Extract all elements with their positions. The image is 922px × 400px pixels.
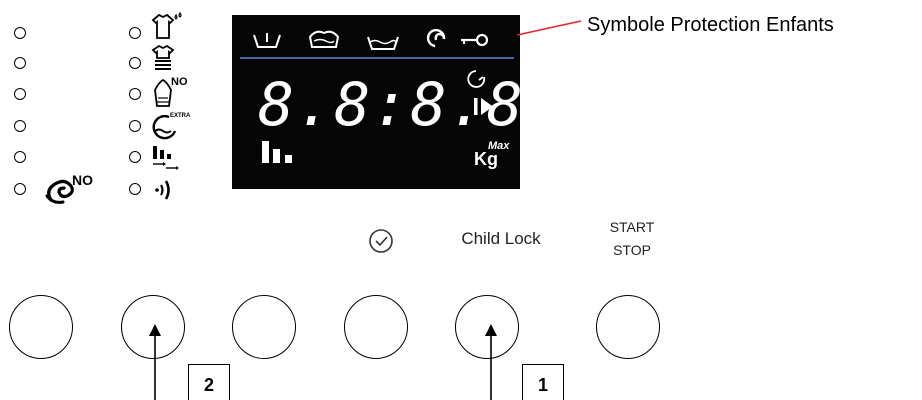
spin-icon <box>426 28 446 48</box>
arrow-2 <box>149 324 161 400</box>
annotation-box-2: 2 <box>188 364 230 400</box>
load-bars-icon <box>262 141 292 163</box>
no-spin-label: NO <box>72 172 93 188</box>
led-mid-2 <box>129 57 141 69</box>
wash-tub-icon <box>308 30 340 48</box>
shirt-water-icon <box>149 11 182 42</box>
time-readout: 8.8:8.8. <box>258 70 520 140</box>
lcd-display: 8.8:8.8. Kg Max <box>232 15 561 189</box>
led-mid-3 <box>129 88 141 100</box>
led-mid-1 <box>129 27 141 39</box>
led-left-1 <box>14 27 26 39</box>
extra-rinse-label: EXTRA <box>170 113 191 119</box>
led-mid-4 <box>129 120 141 132</box>
child-lock-key-icon <box>461 33 489 47</box>
annotation-1-label: 1 <box>537 375 548 395</box>
led-mid-6 <box>129 183 141 195</box>
delay-button[interactable] <box>344 295 408 359</box>
prewash-icon <box>253 33 281 48</box>
annotation-box-1: 1 <box>522 364 564 400</box>
annotation-2-label: 2 <box>203 375 214 395</box>
callout-line <box>516 20 582 36</box>
delay-clock-icon <box>365 225 397 262</box>
arrow-1 <box>485 324 497 400</box>
led-left-6 <box>14 183 26 195</box>
kg-label: Kg <box>474 149 498 169</box>
shirt-stack-icon <box>149 44 179 74</box>
callout-label: Symbole Protection Enfants <box>587 14 834 36</box>
led-left-3 <box>14 88 26 100</box>
no-iron-label: NO <box>171 76 188 88</box>
start-stop-button[interactable] <box>596 295 660 359</box>
max-label: Max <box>488 140 510 152</box>
start-label: START <box>609 219 655 235</box>
stop-label: STOP <box>613 242 651 258</box>
led-mid-5 <box>129 151 141 163</box>
sound-icon <box>151 176 181 206</box>
button-3[interactable] <box>232 295 296 359</box>
bars-arrows-icon <box>149 143 179 173</box>
led-left-4 <box>14 120 26 132</box>
rinse-icon <box>367 36 399 50</box>
led-left-2 <box>14 57 26 69</box>
led-left-5 <box>14 151 26 163</box>
button-1[interactable] <box>9 295 73 359</box>
child-lock-label: Child Lock <box>461 229 541 248</box>
